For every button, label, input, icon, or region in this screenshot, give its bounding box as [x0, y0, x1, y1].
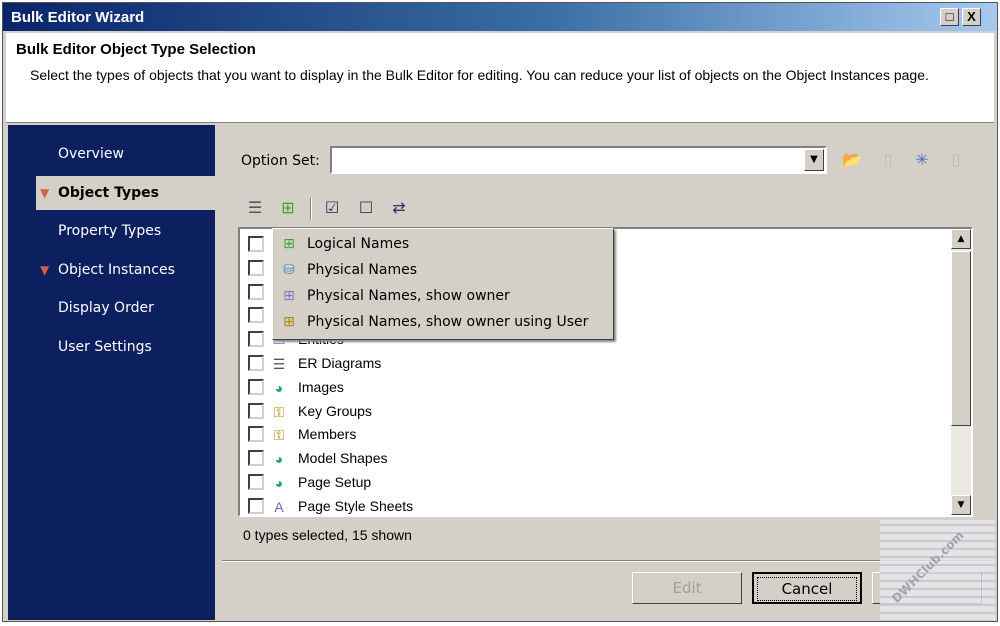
checkbox[interactable]	[248, 283, 264, 300]
check-all-icon[interactable]: ☑	[322, 198, 342, 218]
selection-status: 0 types selected, 15 shown	[243, 527, 412, 543]
flag-icon: ▼	[40, 263, 50, 277]
menu-item-logical-names[interactable]: ⊞ Logical Names	[275, 231, 611, 257]
checkbox[interactable]	[248, 450, 264, 467]
chevron-down-icon[interactable]: ▼	[804, 149, 824, 171]
sidebar-item-object-instances[interactable]: ▼ Object Instances	[8, 253, 215, 287]
delete-icon: ▯	[951, 150, 961, 169]
logical-names-icon: ⊞	[283, 236, 295, 252]
checkbox[interactable]	[248, 402, 264, 419]
checkbox[interactable]	[248, 331, 264, 348]
object-type-icon: ◕	[274, 451, 284, 468]
sidebar-item-overview[interactable]: Overview	[8, 137, 215, 171]
checkbox[interactable]	[248, 378, 264, 395]
menu-item-label: Physical Names, show owner using User	[307, 314, 589, 330]
logical-names-dropdown-icon[interactable]: ⊞	[278, 198, 298, 218]
menu-item-physical-names-owner[interactable]: ⊞ Physical Names, show owner	[275, 283, 611, 309]
new-icon[interactable]: ✳	[912, 150, 932, 170]
sidebar-item-display-order[interactable]: Display Order	[8, 291, 215, 325]
menu-item-label: Physical Names, show owner	[307, 288, 510, 304]
vertical-scrollbar[interactable]: ▲ ▼	[951, 229, 971, 515]
scroll-up-button[interactable]: ▲	[951, 229, 971, 249]
physical-owner-user-icon: ⊞	[283, 314, 295, 330]
sidebar-item-label: User Settings	[58, 339, 152, 355]
wizard-header: Bulk Editor Object Type Selection Select…	[6, 33, 994, 123]
list-item-label: ER Diagrams	[298, 355, 382, 371]
physical-names-icon: ⛁	[283, 262, 295, 278]
object-type-icon: ◕	[274, 379, 284, 396]
list-item-label: Model Shapes	[298, 450, 388, 467]
checkbox[interactable]	[248, 355, 264, 371]
checkbox[interactable]	[248, 426, 264, 443]
er-diagram-icon[interactable]: ☰	[245, 198, 265, 218]
list-item-label: Images	[298, 378, 344, 395]
sidebar-item-label: Display Order	[58, 300, 154, 316]
page-description: Select the types of objects that you wan…	[30, 67, 929, 83]
uncheck-all-icon[interactable]: ☐	[356, 198, 376, 218]
watermark: DWHClub.com	[880, 520, 995, 620]
scrollbar-thumb[interactable]	[951, 251, 971, 426]
checkbox[interactable]	[248, 307, 264, 324]
object-type-icon: ☰	[272, 356, 286, 372]
maximize-button[interactable]: □	[940, 8, 959, 26]
page-title: Bulk Editor Object Type Selection	[16, 41, 256, 58]
save-icon: ▯	[883, 150, 893, 169]
menu-item-physical-names[interactable]: ⛁ Physical Names	[275, 257, 611, 283]
edit-button: Edit	[632, 572, 742, 604]
name-display-menu: ⊞ Logical Names ⛁ Physical Names ⊞ Physical…	[272, 228, 614, 340]
sidebar-item-label: Object Types	[58, 185, 159, 201]
list-item-label: Page Setup	[298, 474, 372, 490]
object-type-icon: A	[274, 498, 284, 515]
sidebar-item-user-settings[interactable]: User Settings	[8, 330, 215, 364]
checkbox[interactable]	[248, 236, 264, 252]
cancel-button[interactable]: Cancel	[752, 572, 862, 604]
list-item-label: Page Style Sheets	[298, 497, 414, 514]
object-type-icon: ⚿	[273, 427, 285, 444]
sidebar-item-object-types[interactable]: ▼ Object Types	[36, 176, 215, 210]
edit-button-label: Edit	[672, 579, 702, 597]
checkbox[interactable]	[248, 474, 264, 490]
open-folder-icon[interactable]: 📂	[842, 150, 862, 170]
window-title: Bulk Editor Wizard	[11, 9, 145, 26]
list-item-label: Key Groups	[298, 402, 372, 419]
menu-item-physical-names-owner-user[interactable]: ⊞ Physical Names, show owner using User	[275, 309, 611, 335]
physical-owner-icon: ⊞	[283, 288, 295, 304]
menu-item-label: Logical Names	[307, 236, 410, 252]
title-bar: Bulk Editor Wizard □ X	[3, 3, 997, 31]
checkbox[interactable]	[248, 259, 264, 276]
sidebar-item-property-types[interactable]: Property Types	[8, 214, 215, 248]
list-item-label: Members	[298, 426, 357, 443]
scroll-down-button[interactable]: ▼	[951, 495, 971, 515]
option-set-label: Option Set:	[241, 153, 320, 169]
sidebar-item-label: Property Types	[58, 223, 162, 239]
object-type-icon: ◕	[274, 475, 284, 491]
toolbar-separator	[310, 198, 312, 220]
menu-item-label: Physical Names	[307, 262, 417, 278]
checkbox[interactable]	[248, 497, 264, 514]
object-type-icon: ⚿	[273, 403, 285, 420]
close-button[interactable]: X	[962, 8, 981, 26]
invert-selection-icon[interactable]: ⇄	[389, 198, 409, 218]
divider	[222, 560, 990, 562]
option-set-combobox[interactable]: ▼	[330, 146, 827, 174]
flag-icon: ▼	[40, 186, 50, 200]
cancel-button-label: Cancel	[757, 577, 857, 601]
sidebar-item-label: Object Instances	[58, 262, 175, 278]
wizard-steps-sidebar: Overview ▼ Object Types Property Types ▼ O…	[8, 125, 215, 620]
sidebar-item-label: Overview	[58, 146, 124, 162]
